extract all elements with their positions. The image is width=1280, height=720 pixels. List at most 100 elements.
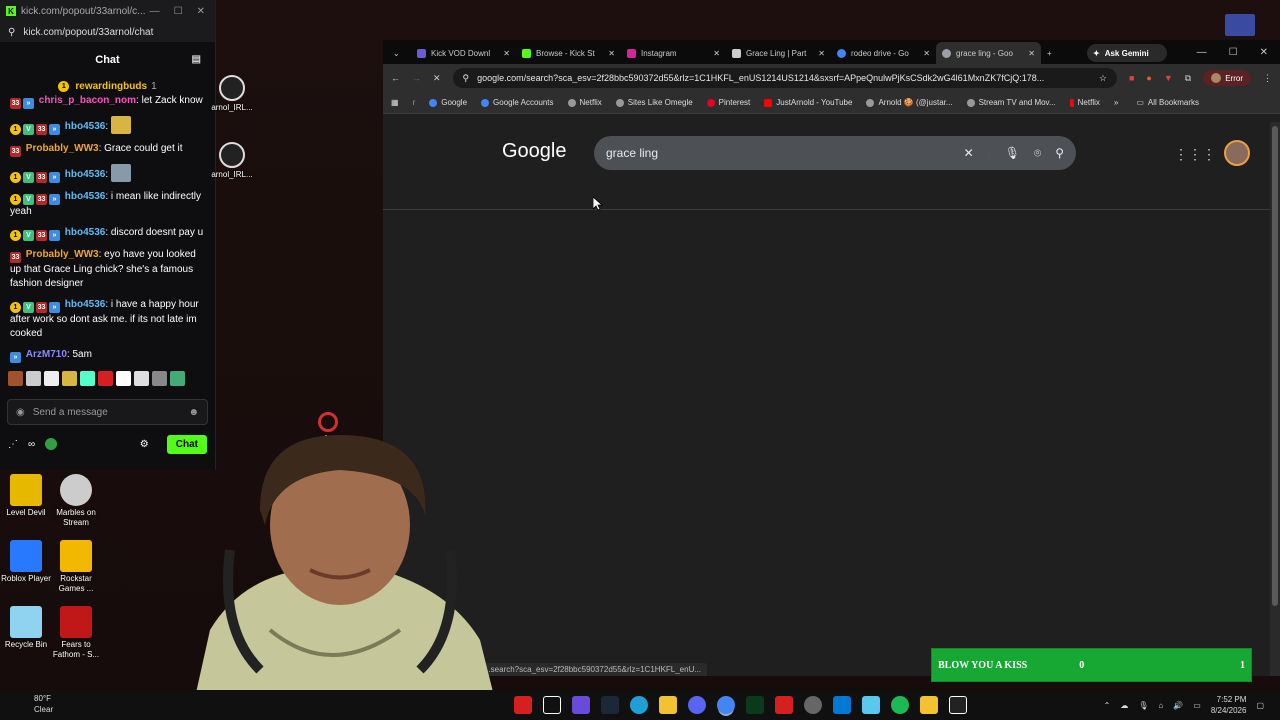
pinned-gift[interactable]: 1 rewardingbuds 1 bbox=[0, 78, 215, 94]
avatar[interactable] bbox=[1224, 140, 1250, 166]
tab-grace-ling[interactable]: grace ling - Goo ✕ bbox=[936, 42, 1041, 64]
tab-grace-ling-part[interactable]: Grace Ling | Part ✕ bbox=[726, 42, 831, 64]
tiktok-icon[interactable] bbox=[543, 696, 561, 714]
bookmarks-overflow-icon[interactable]: » bbox=[1114, 98, 1118, 107]
capcut-icon[interactable] bbox=[949, 696, 967, 714]
close-button[interactable]: ✕ bbox=[1260, 47, 1268, 58]
emote-picker-icon[interactable]: ◉ bbox=[16, 407, 25, 418]
bookmark-arnold[interactable]: Arnold 🍪 (@justar... bbox=[866, 98, 953, 107]
tab-rodeo-drive[interactable]: rodeo drive - Go ✕ bbox=[831, 42, 936, 64]
share-icon[interactable]: ⋰ bbox=[8, 439, 18, 450]
desktop-icon-fears-to-fathom[interactable]: Fears to Fathom - S... bbox=[50, 606, 102, 660]
volume-icon[interactable]: 🔊 bbox=[1173, 701, 1183, 710]
kick-points-icon[interactable] bbox=[45, 438, 58, 450]
ask-gemini-button[interactable]: ✦ Ask Gemini bbox=[1087, 44, 1167, 62]
steam-icon[interactable] bbox=[601, 696, 619, 714]
discord-icon[interactable] bbox=[688, 696, 706, 714]
emote-icon[interactable] bbox=[116, 371, 131, 386]
emote-icon[interactable] bbox=[62, 371, 77, 386]
send-message-input[interactable]: ◉ Send a message ☻ bbox=[7, 399, 208, 425]
emoji-icon[interactable]: ☻ bbox=[188, 407, 199, 418]
minimize-button[interactable]: — bbox=[150, 6, 160, 17]
minimize-button[interactable]: — bbox=[1197, 47, 1207, 58]
menu-kebab-icon[interactable]: ⋮ bbox=[1263, 73, 1272, 84]
onedrive-icon[interactable]: ☁ bbox=[1120, 701, 1128, 710]
chat-username[interactable]: hbo4536 bbox=[65, 191, 106, 202]
address-bar[interactable]: ⚲ google.com/search?sca_esv=2f28bbc59037… bbox=[452, 68, 1117, 88]
extension-icon[interactable]: ■ bbox=[1129, 73, 1134, 83]
google-search-box[interactable]: grace ling ✕ | 🎙 ⌾ ⚲ bbox=[594, 136, 1076, 170]
tab-kick-vod[interactable]: Kick VOD Downl ✕ bbox=[411, 42, 516, 64]
desktop-icon-marbles[interactable]: Marbles on Stream bbox=[50, 474, 102, 528]
microphone-icon[interactable]: 🎙 bbox=[1138, 701, 1148, 710]
emote-icon[interactable] bbox=[170, 371, 185, 386]
chat-username[interactable]: chris_p_bacon_nom bbox=[39, 95, 136, 106]
emote-icon[interactable] bbox=[152, 371, 167, 386]
bookmark-star-icon[interactable]: ☆ bbox=[1099, 73, 1107, 84]
store-icon[interactable] bbox=[833, 696, 851, 714]
users-icon[interactable]: ▤ bbox=[192, 54, 201, 65]
search-icon[interactable]: ⚲ bbox=[1055, 146, 1064, 160]
desktop-icon-level-devil[interactable]: Level Devil bbox=[0, 474, 52, 518]
bookmark-sites-like-omegle[interactable]: Sites Like Omegle bbox=[615, 98, 693, 107]
back-button[interactable]: ← bbox=[391, 73, 400, 83]
chat-username[interactable]: hbo4536 bbox=[65, 121, 106, 132]
chrome-icon[interactable] bbox=[717, 696, 735, 714]
file-explorer-icon[interactable] bbox=[659, 696, 677, 714]
maximize-button[interactable]: ☐ bbox=[174, 6, 183, 17]
scrollbar-thumb[interactable] bbox=[1272, 126, 1278, 606]
desktop-icon-rockstar[interactable]: Rockstar Games ... bbox=[50, 540, 102, 594]
emote-icon[interactable] bbox=[8, 371, 23, 386]
lens-camera-icon[interactable]: ⌾ bbox=[1034, 146, 1041, 161]
tab-search-button[interactable]: ⌄ bbox=[387, 42, 411, 64]
tab-close-icon[interactable]: ✕ bbox=[923, 49, 930, 58]
chat-username[interactable]: hbo4536 bbox=[65, 299, 106, 310]
chat-username[interactable]: Probably_WW3 bbox=[26, 143, 99, 154]
site-settings-icon[interactable]: ⚲ bbox=[463, 73, 470, 84]
bookmark-stream-tv[interactable]: Stream TV and Mov... bbox=[966, 98, 1056, 107]
tab-close-icon[interactable]: ✕ bbox=[818, 49, 825, 58]
desktop-icon-arnol-irl-1[interactable]: arnol_IRL... bbox=[206, 75, 258, 113]
battery-icon[interactable]: ▭ bbox=[1193, 701, 1201, 710]
taskbar-app-icon[interactable] bbox=[862, 696, 880, 714]
desktop-icon-roblox[interactable]: Roblox Player bbox=[0, 540, 52, 584]
site-info-icon[interactable]: ⚲ bbox=[8, 27, 15, 38]
taskbar-app-icon[interactable] bbox=[746, 696, 764, 714]
bookmark-netflix-2[interactable]: Netflix bbox=[1069, 98, 1100, 107]
chat-username[interactable]: hbo4536 bbox=[65, 227, 106, 238]
bookmark-google[interactable]: Google bbox=[429, 98, 467, 107]
taskbar-clock[interactable]: 7:52 PM 8/24/2026 bbox=[1211, 694, 1247, 716]
emote-icon[interactable] bbox=[44, 371, 59, 386]
spotify-icon[interactable] bbox=[891, 696, 909, 714]
chat-username[interactable]: Probably_WW3 bbox=[26, 249, 99, 260]
google-logo[interactable]: Google bbox=[502, 140, 567, 163]
google-apps-icon[interactable]: ⋮⋮⋮ bbox=[1174, 146, 1216, 163]
emote-icon[interactable] bbox=[98, 371, 113, 386]
clear-search-icon[interactable]: ✕ bbox=[964, 146, 974, 160]
tray-chevron-icon[interactable]: ⌃ bbox=[1104, 701, 1111, 710]
emote-icon[interactable] bbox=[26, 371, 41, 386]
emote-icon[interactable] bbox=[134, 371, 149, 386]
desktop-icon-arnol-irl-2[interactable]: arnol_IRL... bbox=[206, 142, 258, 180]
close-button[interactable]: ✕ bbox=[197, 6, 205, 17]
desktop-icon-recycle-bin[interactable]: Recycle Bin bbox=[0, 606, 52, 650]
settings-gear-icon[interactable]: ⚙ bbox=[140, 439, 149, 450]
tab-close-icon[interactable]: ✕ bbox=[1028, 49, 1035, 58]
page-scrollbar[interactable] bbox=[1270, 122, 1280, 676]
emote-icon[interactable] bbox=[80, 371, 95, 386]
weather-widget[interactable]: 80°F Clear bbox=[34, 693, 53, 715]
infinity-icon[interactable]: ∞ bbox=[28, 439, 35, 450]
chat-username[interactable]: hbo4536 bbox=[65, 169, 106, 180]
profile-error-button[interactable]: Error bbox=[1203, 70, 1251, 86]
bookmark-google-accounts[interactable]: Google Accounts bbox=[481, 98, 554, 107]
bookmark-pinterest[interactable]: Pinterest bbox=[706, 98, 750, 107]
taskbar-app-icon[interactable] bbox=[775, 696, 793, 714]
network-icon[interactable]: ⌂ bbox=[1158, 701, 1163, 710]
chat-username[interactable]: ArzM710 bbox=[26, 349, 67, 360]
edge-icon[interactable] bbox=[630, 696, 648, 714]
stop-loading-button[interactable]: ✕ bbox=[433, 73, 441, 84]
tab-browse-kick[interactable]: Browse - Kick St ✕ bbox=[516, 42, 621, 64]
tab-close-icon[interactable]: ✕ bbox=[713, 49, 720, 58]
apps-grid-icon[interactable]: ▦ bbox=[391, 98, 399, 107]
bookmark-overflow[interactable]: r bbox=[413, 98, 416, 107]
